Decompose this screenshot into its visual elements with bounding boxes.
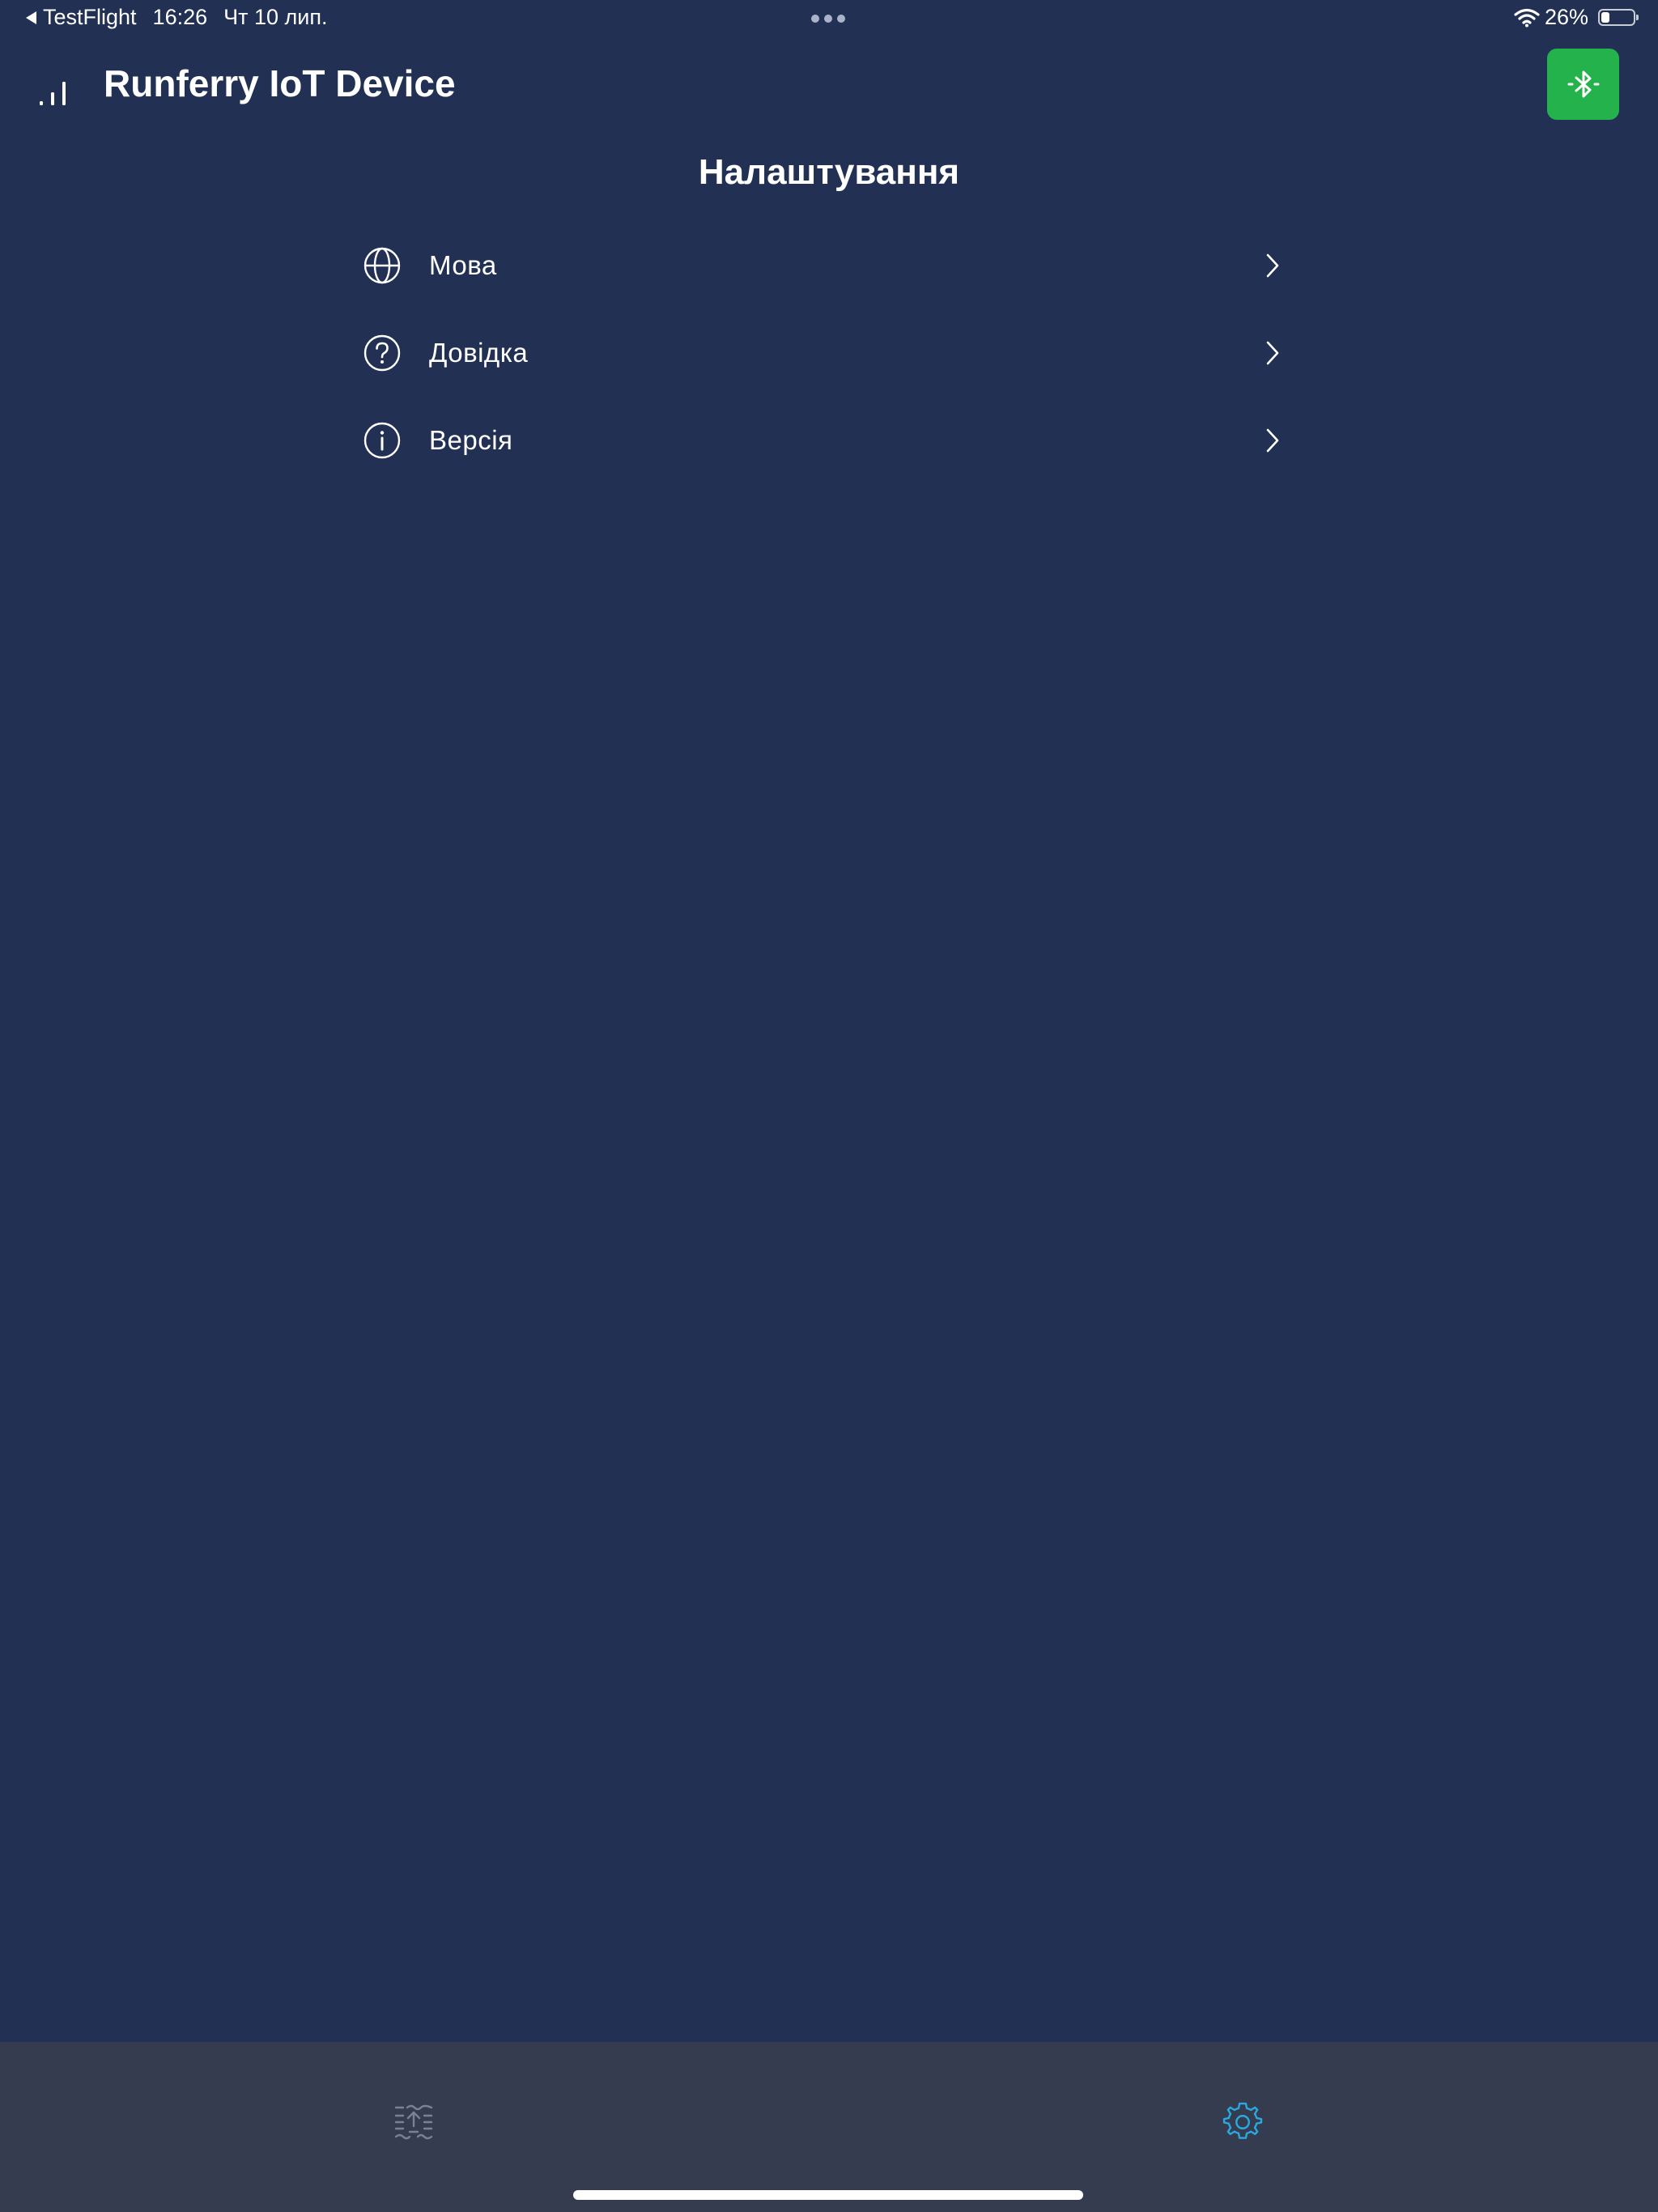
tab-bar (0, 2042, 1658, 2212)
settings-item-help[interactable]: Довідка (363, 309, 1284, 397)
question-circle-icon (363, 334, 401, 372)
multitasking-dots-icon[interactable] (811, 15, 845, 23)
tab-settings[interactable] (1198, 2078, 1287, 2167)
battery-level-fill (1601, 12, 1609, 23)
back-app-label: TestFlight (43, 5, 137, 29)
app-title: Runferry IoT Device (104, 62, 456, 104)
chevron-right-icon (1266, 253, 1279, 278)
battery-icon (1598, 9, 1639, 26)
status-bar: TestFlight 16:26 Чт 10 лип. 26% (0, 0, 1658, 39)
settings-item-label: Мова (429, 250, 497, 280)
signal-strength-icon (40, 82, 66, 105)
settings-item-language[interactable]: Мова (363, 222, 1284, 309)
home-indicator[interactable] (573, 2190, 1083, 2200)
info-circle-icon (363, 422, 401, 459)
status-time: 16:26 (152, 5, 208, 29)
chevron-right-icon (1266, 428, 1279, 453)
back-triangle-icon (26, 11, 36, 24)
back-to-app-link[interactable]: TestFlight (26, 5, 137, 30)
page-title: Налаштування (698, 152, 960, 192)
wifi-icon (1514, 8, 1540, 27)
status-right: 26% (1514, 5, 1639, 30)
settings-item-label: Версія (429, 425, 513, 455)
bluetooth-icon (1567, 70, 1599, 98)
globe-icon (363, 247, 401, 284)
status-left: TestFlight 16:26 Чт 10 лип. (26, 5, 327, 30)
status-date: Чт 10 лип. (223, 5, 328, 29)
settings-item-version[interactable]: Версія (363, 397, 1284, 484)
settings-item-label: Довідка (429, 338, 529, 368)
gear-icon (1222, 2102, 1263, 2139)
data-transfer-icon (394, 2104, 433, 2140)
chevron-right-icon (1266, 341, 1279, 365)
tab-data-transfer[interactable] (369, 2078, 458, 2167)
bluetooth-button[interactable] (1547, 49, 1619, 120)
battery-percent: 26% (1544, 5, 1588, 29)
settings-list: Мова Довідка Версія (363, 222, 1284, 484)
